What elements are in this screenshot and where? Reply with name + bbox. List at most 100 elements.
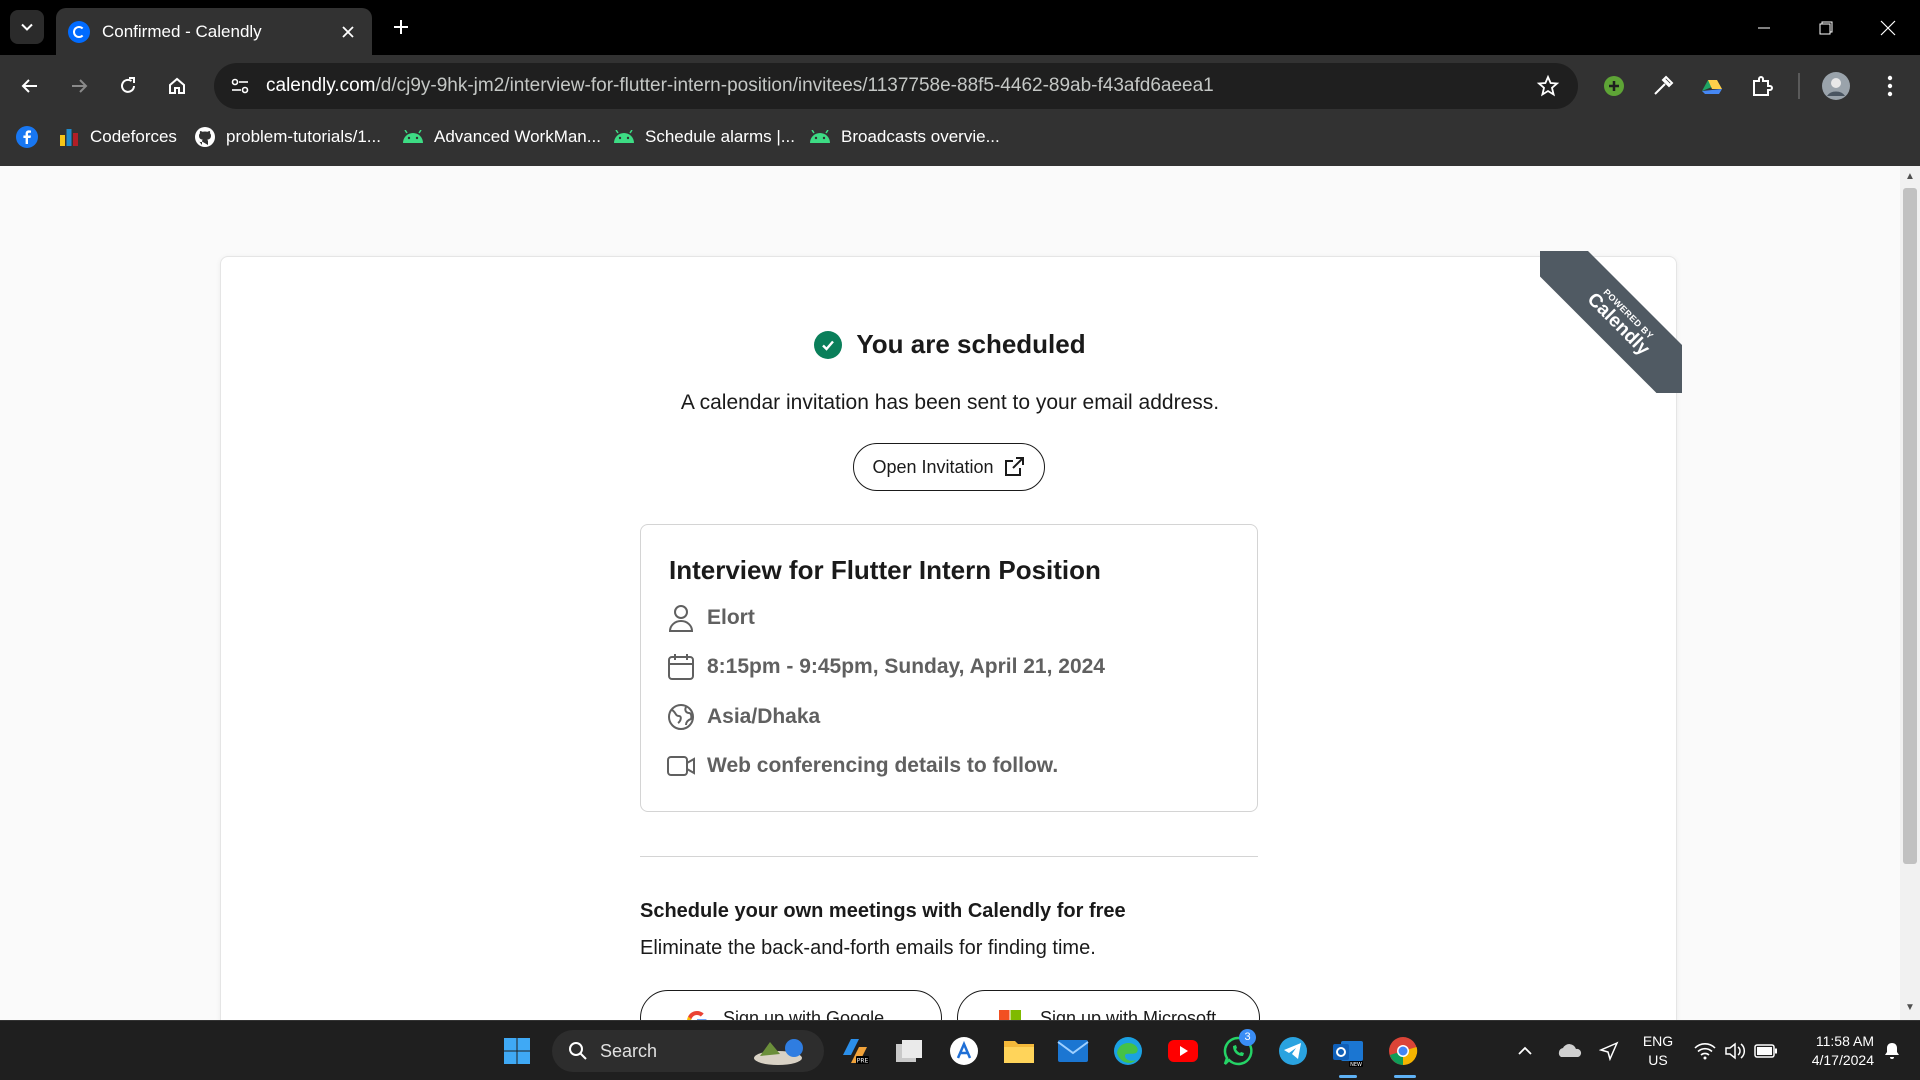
bookmark-codeforces[interactable]: Codeforces — [58, 117, 177, 157]
onedrive-icon[interactable] — [1553, 1031, 1587, 1071]
android-icon — [613, 126, 635, 148]
close-window-button[interactable] — [1858, 0, 1918, 55]
toolbar-separator — [1798, 73, 1800, 99]
arrow-right-icon — [72, 79, 88, 93]
windows-start-icon[interactable] — [497, 1031, 537, 1071]
svg-text:PRE: PRE — [857, 1058, 869, 1065]
tab-title: Confirmed - Calendly — [102, 21, 262, 41]
search-icon — [569, 1042, 587, 1060]
url-host: calendly.com — [266, 75, 376, 96]
reload-button[interactable] — [109, 67, 147, 105]
bookmark-problem-tutorials[interactable]: problem-tutorials/1... — [194, 117, 381, 157]
task-view-icon[interactable] — [889, 1031, 929, 1071]
extension-green-plus-icon[interactable] — [1597, 69, 1631, 103]
sign-up-google-button[interactable]: Sign up with Google — [640, 990, 942, 1020]
page-title: You are scheduled — [856, 329, 1086, 359]
notification-settings-icon[interactable] — [1876, 1031, 1908, 1071]
sign-up-google-label: Sign up with Google — [723, 1007, 885, 1021]
wifi-icon[interactable] — [1690, 1031, 1720, 1071]
volume-icon[interactable] — [1720, 1031, 1750, 1071]
app-store-a-icon[interactable] — [944, 1031, 984, 1071]
sign-up-microsoft-button[interactable]: Sign up with Microsoft — [957, 990, 1260, 1020]
event-location-row: Web conferencing details to follow. — [667, 751, 1058, 781]
calendar-icon — [667, 653, 695, 681]
drive-extension-icon[interactable] — [1695, 69, 1729, 103]
bookmark-advanced-workmanager[interactable]: Advanced WorkMan... — [402, 117, 601, 157]
outlook-icon[interactable]: NEW — [1328, 1031, 1368, 1071]
telegram-icon[interactable] — [1273, 1031, 1313, 1071]
scroll-up-arrow-icon[interactable]: ▲ — [1904, 171, 1916, 183]
external-link-icon — [1004, 457, 1024, 476]
tray-chevron-up-icon[interactable] — [1510, 1031, 1540, 1071]
scheduled-heading: You are scheduled — [0, 329, 1900, 360]
taskbar-clock[interactable]: 11:58 AM 4/17/2024 — [1790, 1032, 1874, 1070]
globe-icon — [667, 703, 695, 731]
bookmark-facebook[interactable] — [16, 117, 48, 157]
invitation-sent-text: A calendar invitation has been sent to y… — [680, 391, 1220, 414]
github-icon — [194, 126, 216, 148]
chrome-active-indicator — [1394, 1075, 1416, 1078]
edge-browser-icon[interactable] — [1108, 1031, 1148, 1071]
bookmark-label: problem-tutorials/1... — [226, 127, 381, 146]
event-time: 8:15pm - 9:45pm, Sunday, April 21, 2024 — [707, 655, 1105, 678]
bookmark-star-icon[interactable] — [1536, 74, 1560, 98]
tab-calendly[interactable]: Confirmed - Calendly — [56, 8, 372, 55]
powered-by-calendly-ribbon[interactable]: POWERED BY Calendly — [1540, 251, 1682, 393]
minimize-button[interactable] — [1734, 0, 1794, 55]
language-code: ENG — [1642, 1033, 1674, 1049]
plus-icon — [394, 20, 408, 34]
address-bar[interactable]: calendly.com/d/cj9y-9hk-jm2/interview-fo… — [214, 63, 1578, 109]
open-invitation-button[interactable]: Open Invitation — [853, 443, 1045, 491]
event-host: Elort — [707, 606, 755, 629]
taskbar-search-label: Search — [600, 1040, 658, 1061]
scroll-down-arrow-icon[interactable]: ▼ — [1904, 1002, 1916, 1014]
new-tab-button[interactable] — [386, 12, 416, 42]
menu-kebab-icon[interactable] — [1873, 69, 1907, 103]
url-text: calendly.com/d/cj9y-9hk-jm2/interview-fo… — [266, 75, 1214, 97]
bookmark-broadcasts-overview[interactable]: Broadcasts overvie... — [809, 117, 1000, 157]
close-icon — [342, 25, 354, 38]
open-invitation-label: Open Invitation — [872, 456, 994, 477]
microsoft-icon — [999, 1010, 1021, 1020]
copilot-icon[interactable]: PRE — [835, 1031, 875, 1071]
bookmark-label: Schedule alarms |... — [645, 127, 795, 146]
restore-button[interactable] — [1796, 0, 1856, 55]
person-icon — [667, 604, 695, 632]
restore-icon — [1819, 21, 1833, 34]
bookmark-label: Advanced WorkMan... — [434, 127, 601, 146]
tab-search-button[interactable] — [10, 10, 44, 44]
forward-button[interactable] — [60, 67, 98, 105]
bookmark-label: Broadcasts overvie... — [841, 127, 1000, 146]
home-icon — [169, 77, 185, 94]
search-highlight-icon — [754, 1039, 803, 1065]
profile-avatar[interactable] — [1819, 69, 1853, 103]
promo-subtitle: Eliminate the back-and-forth emails for … — [640, 937, 1096, 959]
bookmarks-bar: Codeforces problem-tutorials/1... Advanc… — [0, 117, 1920, 166]
event-location: Web conferencing details to follow. — [707, 754, 1059, 777]
color-picker-extension-icon[interactable] — [1646, 69, 1680, 103]
site-info-icon[interactable] — [228, 74, 252, 98]
back-button[interactable] — [11, 67, 49, 105]
section-divider — [640, 856, 1258, 857]
location-arrow-icon[interactable] — [1594, 1031, 1624, 1071]
clock-date: 4/17/2024 — [1811, 1052, 1874, 1068]
tab-close-button[interactable] — [336, 20, 360, 44]
input-language[interactable]: ENG US — [1636, 1032, 1680, 1070]
scrollbar-thumb[interactable] — [1903, 188, 1917, 864]
bookmark-schedule-alarms[interactable]: Schedule alarms |... — [613, 117, 795, 157]
extensions-puzzle-icon[interactable] — [1745, 69, 1779, 103]
youtube-icon[interactable] — [1163, 1031, 1203, 1071]
chrome-icon[interactable] — [1383, 1031, 1423, 1071]
home-button[interactable] — [158, 67, 196, 105]
ribbon-band: POWERED BY Calendly — [1540, 251, 1682, 393]
android-icon — [402, 126, 424, 148]
taskbar-search[interactable]: Search — [552, 1030, 824, 1072]
android-icon — [809, 126, 831, 148]
svg-text:NEW: NEW — [1350, 1062, 1362, 1067]
codeforces-icon — [58, 126, 80, 148]
file-explorer-icon[interactable] — [999, 1031, 1039, 1071]
reload-icon — [121, 77, 135, 93]
mail-icon[interactable] — [1053, 1031, 1093, 1071]
facebook-icon — [16, 126, 38, 148]
battery-icon[interactable] — [1750, 1031, 1782, 1071]
